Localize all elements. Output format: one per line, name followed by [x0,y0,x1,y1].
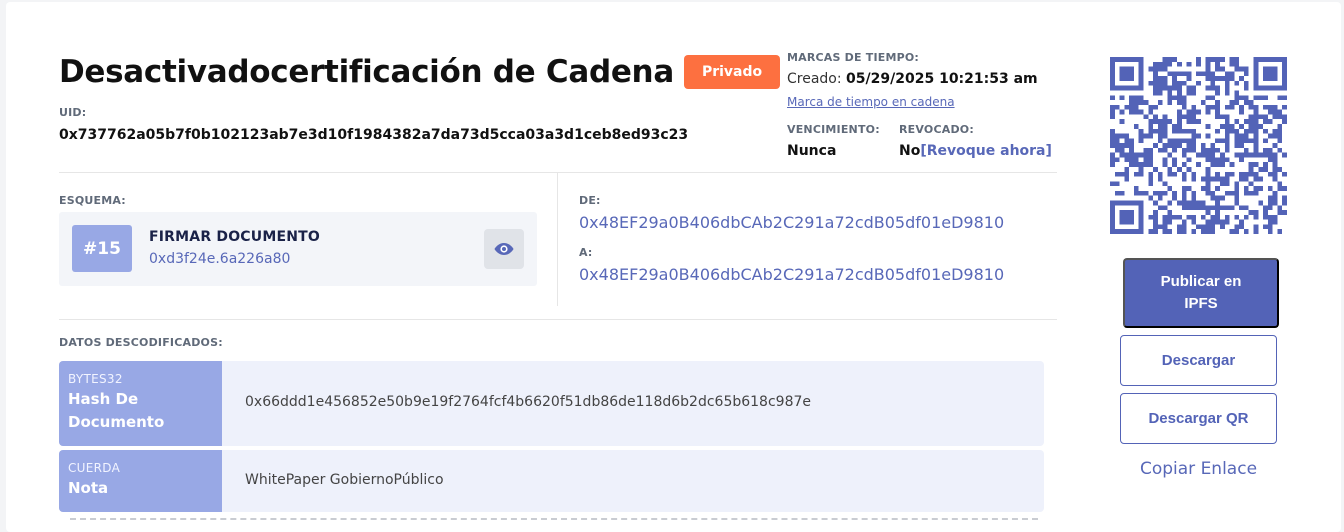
field-type: CUERDA [68,461,121,475]
decoded-row: CUERDA Nota WhitePaper GobiernoPúblico [59,450,1044,512]
title-row: Desactivadocertificación de Cadena Priva… [59,54,781,90]
dashed-divider [70,518,1038,520]
copy-link[interactable]: Copiar Enlace [1120,459,1277,479]
schema-number: #15 [72,225,132,272]
created-timestamp: Creado: 05/29/2025 10:21:53 am [787,71,1038,87]
from-label: DE: [579,194,601,207]
decoded-key-cell: CUERDA Nota [59,450,222,512]
from-address-link[interactable]: 0x48EF29a0B406dbCAb2C291a72cdB05df01eD98… [579,213,1004,232]
download-button[interactable]: Descargar [1120,335,1277,386]
download-qr-button[interactable]: Descargar QR [1120,393,1277,444]
revoke-now-link[interactable]: [Revoque ahora] [920,143,1052,159]
schema-name: FIRMAR DOCUMENTO [149,229,321,245]
expiration-label: VENCIMIENTO: [787,123,880,136]
timestamps-label: MARCAS DE TIEMPO: [787,51,920,64]
field-type: BYTES32 [68,372,123,386]
privacy-badge: Privado [683,55,781,89]
eye-icon [494,243,514,255]
schema-card: #15 FIRMAR DOCUMENTO 0xd3f24e.6a226a80 [59,212,537,286]
to-address-link[interactable]: 0x48EF29a0B406dbCAb2C291a72cdB05df01eD98… [579,265,1004,284]
decoded-key-cell: BYTES32 Hash De Documento [59,361,222,446]
page-title: Desactivadocertificación de Cadena [59,54,674,90]
decoded-row: BYTES32 Hash De Documento 0x66ddd1e45685… [59,361,1044,446]
revoked-status: No[Revoque ahora] [899,143,1052,159]
qr-code-icon [1110,57,1287,234]
divider [59,172,1057,173]
expiration-value: Nunca [787,143,837,159]
view-schema-button[interactable] [484,229,524,269]
created-value: 05/29/2025 10:21:53 am [846,71,1038,87]
field-value: WhitePaper GobiernoPúblico [245,472,444,488]
uid-label: UID: [59,106,87,119]
to-label: A: [579,246,593,259]
created-label: Creado: [787,71,842,87]
publish-ipfs-button[interactable]: Publicar en IPFS [1123,258,1279,328]
revoked-value: No [899,143,921,159]
divider [557,173,558,306]
field-value: 0x66ddd1e456852e50b9e19f2764fcf4b6620f51… [245,394,811,410]
revoked-label: REVOCADO: [899,123,974,136]
field-name: Hash De Documento [68,390,165,431]
field-name: Nota [68,479,109,497]
onchain-timestamp-link[interactable]: Marca de tiempo en cadena [787,95,955,109]
uid-value: 0x737762a05b7f0b102123ab7e3d10f1984382a7… [59,127,689,143]
divider [59,319,1057,320]
decoded-data-label: DATOS DESCODIFICADOS: [59,336,223,349]
schema-id[interactable]: 0xd3f24e.6a226a80 [149,251,290,267]
schema-label: ESQUEMA: [59,194,126,207]
